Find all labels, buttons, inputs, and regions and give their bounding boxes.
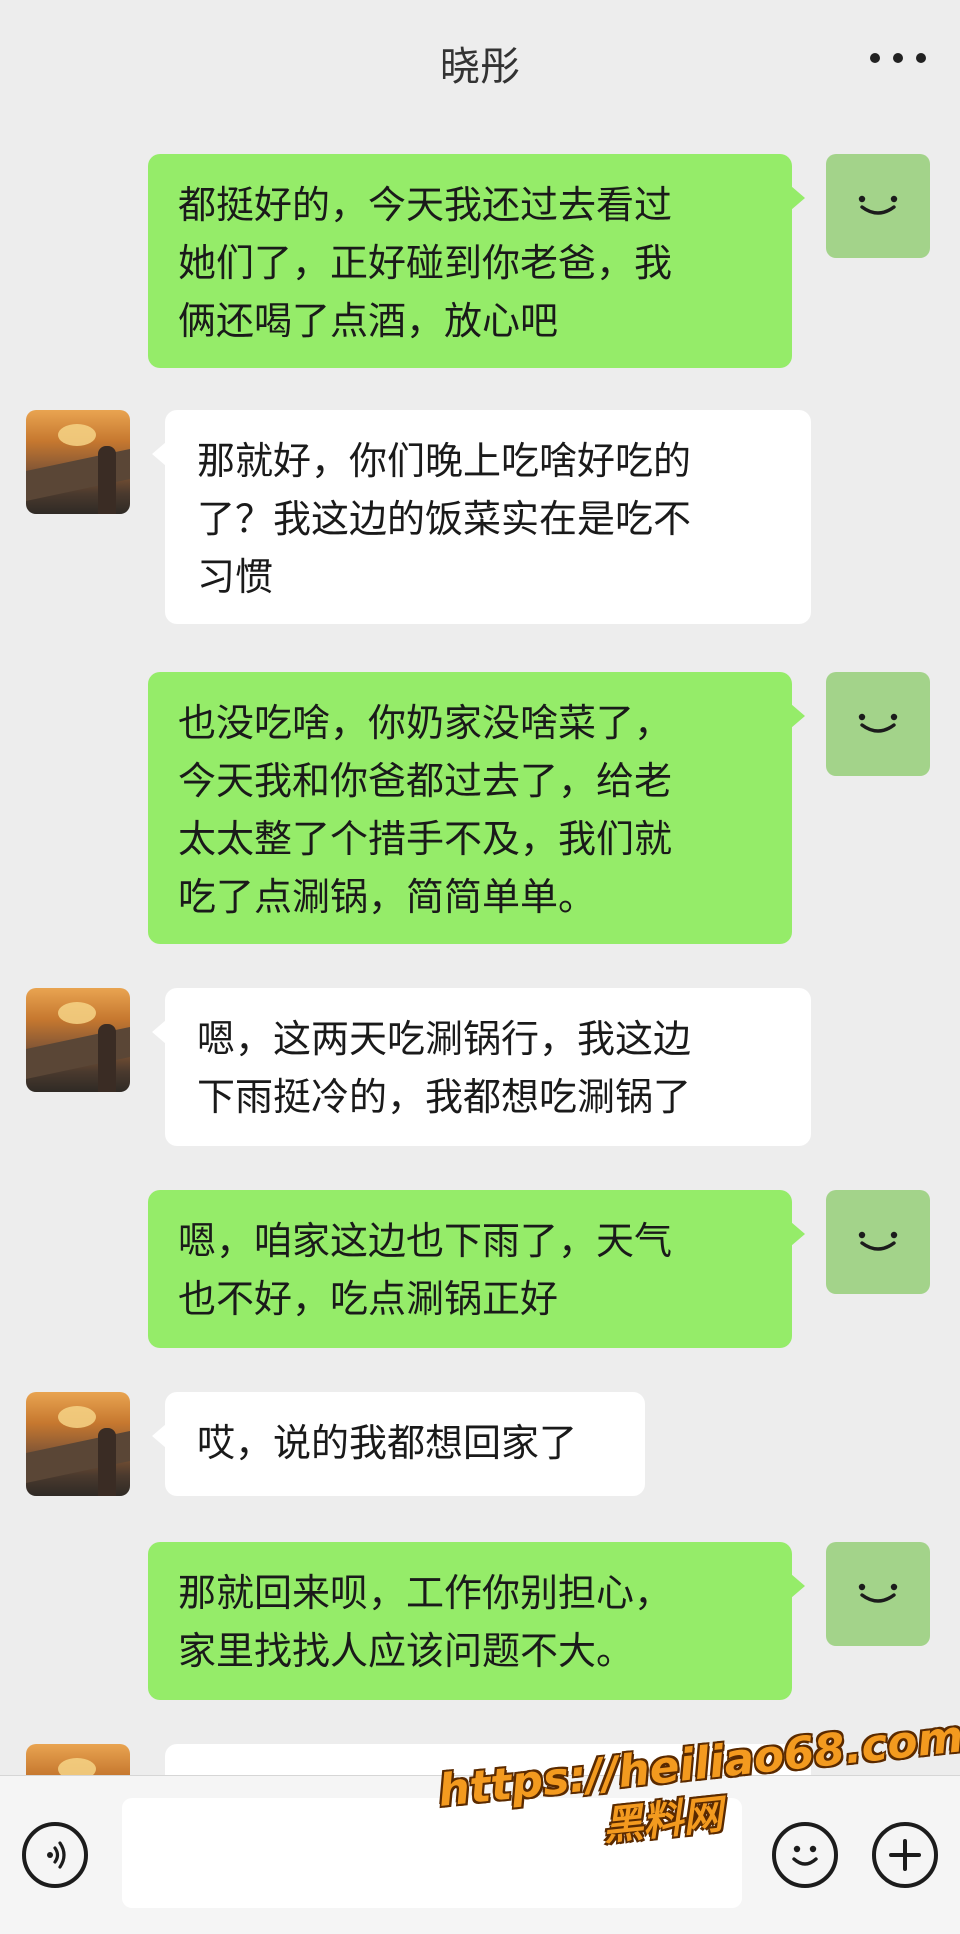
- message-bubble-sent[interactable]: 嗯，咱家这边也下雨了，天气 也不好，吃点涮锅正好: [148, 1190, 805, 1348]
- emoji-face-icon: [792, 1845, 818, 1866]
- message-list[interactable]: 都挺好的，今天我还过去看过 她们了，正好碰到你老爸，我 俩还喝了点酒，放心吧 那…: [0, 120, 960, 1775]
- smile-icon: [858, 1231, 898, 1251]
- message-bubble-received[interactable]: 那就好，你们晚上吃啥好吃的 了？我这边的饭菜实在是吃不 习惯: [152, 410, 811, 624]
- smile-icon: [858, 1583, 898, 1603]
- my-avatar[interactable]: [826, 1542, 930, 1646]
- my-avatar[interactable]: [826, 672, 930, 776]
- plus-sign-icon: [889, 1839, 921, 1871]
- voice-icon[interactable]: [22, 1822, 88, 1888]
- message-bubble-received[interactable]: 嗯，这两天吃涮锅行，我这边 下雨挺冷的，我都想吃涮锅了: [152, 988, 811, 1146]
- my-avatar[interactable]: [826, 154, 930, 258]
- voice-wave-icon: [47, 1841, 66, 1869]
- my-avatar[interactable]: [826, 1190, 930, 1294]
- smile-icon: [858, 195, 898, 215]
- contact-name: 晓彤: [440, 44, 520, 90]
- message-bubble-sent[interactable]: 都挺好的，今天我还过去看过 她们了，正好碰到你老爸，我 俩还喝了点酒，放心吧: [148, 154, 805, 368]
- plus-icon[interactable]: [872, 1822, 938, 1888]
- more-dots-icon[interactable]: [870, 46, 926, 70]
- contact-avatar[interactable]: [26, 410, 130, 514]
- message-bubble-received[interactable]: 哎，说的我都想回家了: [152, 1392, 645, 1496]
- chat-header: 晓彤: [0, 0, 960, 120]
- contact-avatar[interactable]: [26, 988, 130, 1092]
- contact-avatar[interactable]: [26, 1744, 130, 1775]
- message-bubble-sent[interactable]: 也没吃啥，你奶家没啥菜了， 今天我和你爸都过去了，给老 太太整了个措手不及，我们…: [148, 672, 805, 944]
- smile-icon: [858, 713, 898, 733]
- contact-avatar[interactable]: [26, 1392, 130, 1496]
- message-bubble-sent[interactable]: 那就回来呗，工作你别担心， 家里找找人应该问题不大。: [148, 1542, 805, 1700]
